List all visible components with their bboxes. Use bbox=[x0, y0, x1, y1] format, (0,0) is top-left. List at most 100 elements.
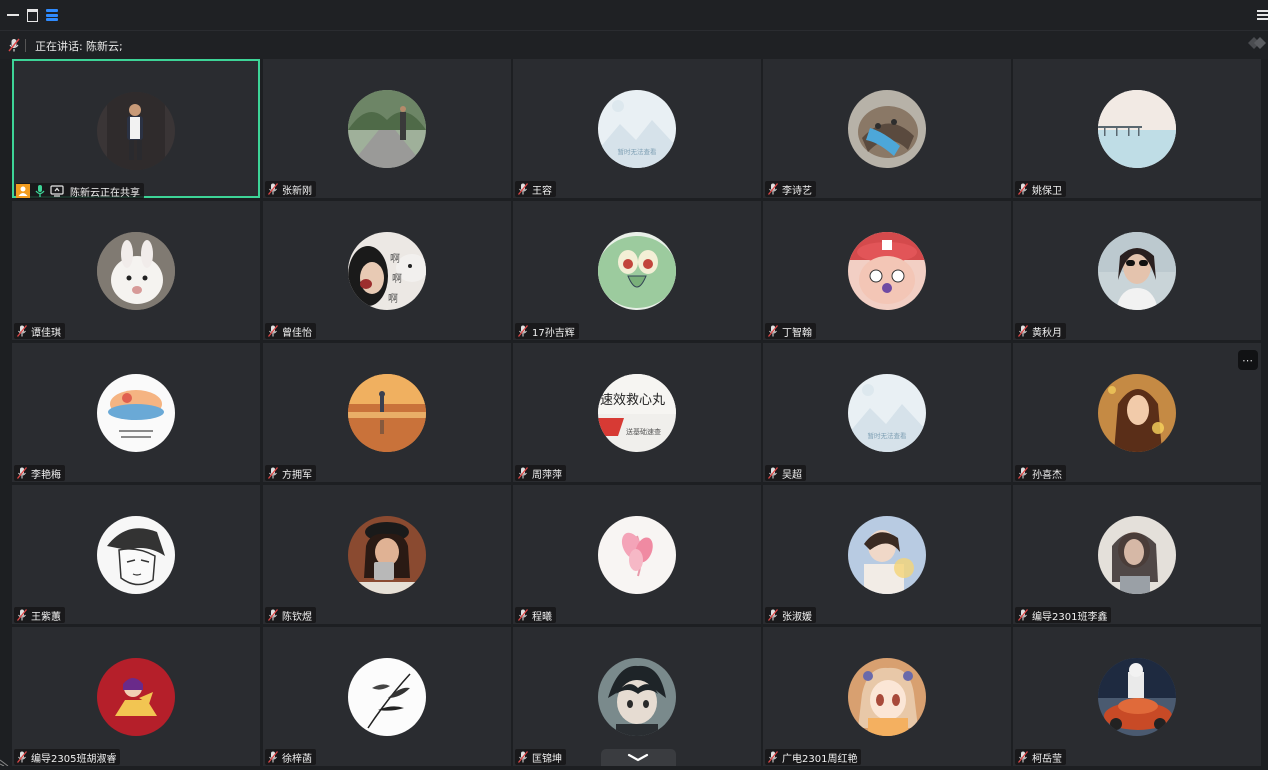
mic-muted-icon bbox=[518, 609, 528, 621]
participant-avatar: 暂时无法查看 bbox=[848, 374, 926, 452]
participant-avatar bbox=[598, 658, 676, 736]
participant-tile[interactable]: 编导2301班李鑫 bbox=[1013, 485, 1261, 624]
participant-nametag: 周萍萍 bbox=[515, 465, 566, 481]
participant-name: 周萍萍 bbox=[532, 469, 562, 481]
participant-name: 柯岳莹 bbox=[1032, 753, 1062, 765]
mic-muted-icon bbox=[518, 183, 528, 195]
participant-avatar bbox=[348, 516, 426, 594]
diamond-icon bbox=[1248, 37, 1266, 49]
maximize-icon[interactable] bbox=[26, 8, 40, 22]
participant-name: 17孙吉辉 bbox=[532, 327, 575, 339]
participant-avatar bbox=[97, 658, 175, 736]
mic-muted-icon bbox=[518, 325, 528, 337]
participant-name: 王紫蕙 bbox=[31, 611, 61, 623]
participant-tile[interactable]: 广电2301周红艳 bbox=[763, 627, 1011, 766]
participant-nametag: 方拥军 bbox=[265, 465, 316, 481]
participant-tile[interactable]: 王紫蕙 bbox=[12, 485, 260, 624]
mic-muted-icon bbox=[268, 325, 278, 337]
participant-tile[interactable]: 暂时无法查看 吴超 bbox=[763, 343, 1011, 482]
participant-tile[interactable]: 丁智翰 bbox=[763, 201, 1011, 340]
svg-text:速效救心丸: 速效救心丸 bbox=[600, 392, 665, 408]
participant-avatar bbox=[598, 516, 676, 594]
participant-avatar bbox=[848, 232, 926, 310]
mic-muted-icon bbox=[268, 751, 278, 763]
participant-avatar bbox=[97, 232, 175, 310]
participant-tile[interactable]: 李诗艺 bbox=[763, 59, 1011, 198]
participant-tile[interactable]: 柯岳莹 bbox=[1013, 627, 1261, 766]
resize-grip-icon[interactable] bbox=[0, 748, 12, 766]
svg-text:啊: 啊 bbox=[388, 293, 398, 305]
title-bar bbox=[0, 0, 1268, 31]
mic-muted-icon bbox=[768, 325, 778, 337]
participant-avatar: 暂时无法查看 bbox=[598, 90, 676, 168]
mic-muted-icon bbox=[17, 467, 27, 479]
svg-text:暂时无法查看: 暂时无法查看 bbox=[868, 431, 908, 440]
participant-nametag: 程曦 bbox=[515, 607, 556, 623]
participant-tile[interactable]: 匡锦坤 bbox=[513, 627, 761, 766]
participant-avatar bbox=[348, 658, 426, 736]
participant-tile[interactable]: 张淑媛 bbox=[763, 485, 1011, 624]
participant-name: 黄秋月 bbox=[1032, 327, 1062, 339]
participant-avatar bbox=[848, 516, 926, 594]
more-options-button[interactable]: ⋯ bbox=[1238, 350, 1258, 370]
participant-tile[interactable]: 啊啊啊 曾佳怡 bbox=[263, 201, 511, 340]
speaking-name: 陈新云; bbox=[86, 40, 123, 53]
participant-nametag: 张新刚 bbox=[265, 181, 316, 197]
participant-name: 谭佳琪 bbox=[31, 327, 61, 339]
chevron-down-icon bbox=[627, 753, 649, 762]
participant-nametag: 李诗艺 bbox=[765, 181, 816, 197]
participant-tile[interactable]: 陈钦煜 bbox=[263, 485, 511, 624]
participant-tile[interactable]: 谭佳琪 bbox=[12, 201, 260, 340]
participant-nametag: 编导2301班李鑫 bbox=[1015, 607, 1112, 623]
participant-tile[interactable]: 张新刚 bbox=[263, 59, 511, 198]
participant-tile[interactable]: 暂时无法查看 王容 bbox=[513, 59, 761, 198]
participant-tile[interactable]: 徐梓菡 bbox=[263, 627, 511, 766]
participant-avatar bbox=[348, 374, 426, 452]
participant-name: 张新刚 bbox=[282, 185, 312, 197]
participant-avatar bbox=[848, 658, 926, 736]
participant-tile[interactable]: 姚保卫 bbox=[1013, 59, 1261, 198]
participant-nametag: 黄秋月 bbox=[1015, 323, 1066, 339]
speaking-label: 正在讲话: bbox=[35, 40, 83, 53]
mic-muted-icon bbox=[8, 38, 20, 52]
participant-name: 李艳梅 bbox=[31, 469, 61, 481]
participant-nametag: 王紫蕙 bbox=[14, 607, 65, 623]
mic-muted-icon bbox=[268, 467, 278, 479]
participant-tile[interactable]: 方拥军 bbox=[263, 343, 511, 482]
menu-icon[interactable] bbox=[1257, 8, 1268, 22]
mic-muted-icon bbox=[1018, 609, 1028, 621]
mic-muted-icon bbox=[17, 325, 27, 337]
participant-name: 陈新云正在共享 bbox=[70, 187, 140, 199]
expand-button[interactable] bbox=[601, 749, 676, 766]
svg-text:啊: 啊 bbox=[390, 253, 400, 265]
participant-tile[interactable]: 黄秋月 bbox=[1013, 201, 1261, 340]
participant-avatar bbox=[348, 90, 426, 168]
participant-nametag: 孙喜杰 bbox=[1015, 465, 1066, 481]
participant-name: 孙喜杰 bbox=[1032, 469, 1062, 481]
participant-avatar bbox=[598, 232, 676, 310]
participant-name: 匡锦坤 bbox=[532, 753, 562, 765]
participant-tile[interactable]: 编导2305班胡淑睿 bbox=[12, 627, 260, 766]
participant-tile[interactable]: 孙喜杰 bbox=[1013, 343, 1261, 482]
layout-icon[interactable] bbox=[45, 8, 59, 22]
participant-tile[interactable]: 陈新云正在共享 bbox=[12, 59, 260, 199]
participant-tile[interactable]: 李艳梅 bbox=[12, 343, 260, 482]
participant-nametag: 丁智翰 bbox=[765, 323, 816, 339]
participant-avatar bbox=[1098, 374, 1176, 452]
mic-muted-icon bbox=[1018, 751, 1028, 763]
minimize-icon[interactable] bbox=[6, 8, 20, 22]
mic-muted-icon bbox=[518, 751, 528, 763]
participant-tile[interactable]: 程曦 bbox=[513, 485, 761, 624]
participant-name: 广电2301周红艳 bbox=[782, 753, 858, 765]
svg-text:暂时无法查看: 暂时无法查看 bbox=[618, 147, 658, 156]
mic-muted-icon bbox=[768, 467, 778, 479]
participant-tile[interactable]: 速效救心丸 送基础速查 周萍萍 bbox=[513, 343, 761, 482]
participant-tile[interactable]: 17孙吉辉 bbox=[513, 201, 761, 340]
mic-muted-icon bbox=[518, 467, 528, 479]
participant-nametag: 陈钦煜 bbox=[265, 607, 316, 623]
mic-muted-icon bbox=[768, 183, 778, 195]
screen-share-icon bbox=[50, 185, 64, 197]
mic-muted-icon bbox=[268, 183, 278, 195]
participant-nametag: 吴超 bbox=[765, 465, 806, 481]
divider bbox=[25, 39, 26, 52]
